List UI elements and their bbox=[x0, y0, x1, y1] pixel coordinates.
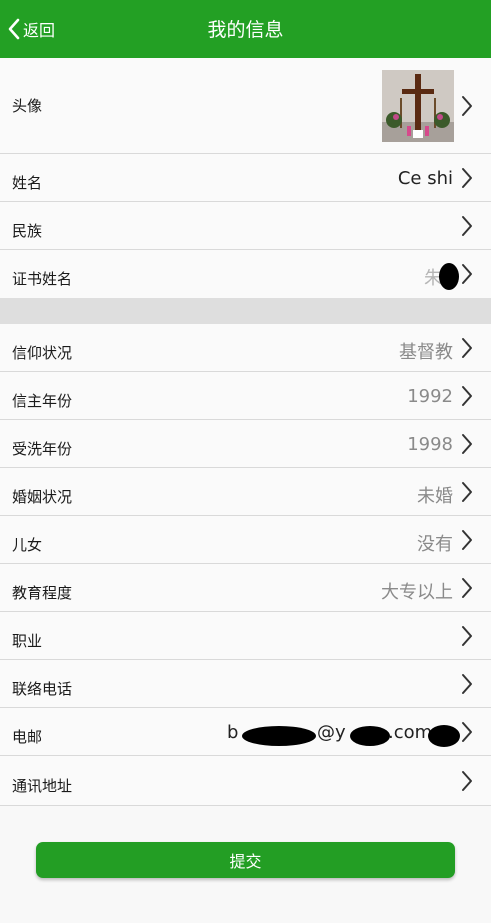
row-phone[interactable]: 联络电话 bbox=[0, 660, 491, 708]
row-value: Ce shi bbox=[397, 168, 453, 189]
submit-button[interactable]: 提交 bbox=[36, 842, 455, 878]
redaction-mark bbox=[439, 263, 459, 290]
chevron-right-icon bbox=[462, 264, 472, 284]
app-header: 返回 我的信息 bbox=[0, 0, 491, 58]
chevron-right-icon bbox=[462, 530, 472, 550]
chevron-right-icon bbox=[462, 626, 472, 646]
row-address[interactable]: 通讯地址 bbox=[0, 756, 491, 806]
chevron-right-icon bbox=[462, 722, 472, 742]
row-label: 教育程度 bbox=[12, 584, 73, 602]
chevron-right-icon bbox=[462, 482, 472, 502]
avatar[interactable] bbox=[382, 70, 454, 142]
chevron-right-icon bbox=[462, 96, 472, 116]
row-value: 1998 bbox=[407, 434, 453, 455]
row-label: 信主年份 bbox=[12, 392, 73, 410]
chevron-right-icon bbox=[462, 578, 472, 598]
redaction-mark bbox=[242, 726, 316, 746]
section-divider bbox=[0, 298, 491, 324]
row-avatar[interactable]: 头像 bbox=[0, 58, 491, 154]
email-part-1: b bbox=[227, 722, 239, 743]
redaction-mark bbox=[428, 725, 460, 747]
row-email[interactable]: 电邮 b @y .com bbox=[0, 708, 491, 756]
row-cert-name[interactable]: 证书姓名 朱 bbox=[0, 250, 491, 298]
row-occupation[interactable]: 职业 bbox=[0, 612, 491, 660]
row-marital[interactable]: 婚姻状况 未婚 bbox=[0, 468, 491, 516]
row-label: 联络电话 bbox=[12, 680, 73, 698]
redaction-mark bbox=[350, 726, 390, 746]
chevron-right-icon bbox=[462, 338, 472, 358]
row-label: 民族 bbox=[12, 222, 43, 240]
row-label: 头像 bbox=[12, 97, 43, 115]
row-label: 儿女 bbox=[12, 536, 43, 554]
row-label: 职业 bbox=[12, 632, 43, 650]
chevron-right-icon bbox=[462, 168, 472, 188]
row-label: 通讯地址 bbox=[12, 777, 73, 795]
row-label: 证书姓名 bbox=[12, 270, 73, 288]
row-label: 电邮 bbox=[12, 728, 43, 746]
row-label: 信仰状况 bbox=[12, 344, 73, 362]
chevron-right-icon bbox=[462, 434, 472, 454]
row-label: 姓名 bbox=[12, 174, 43, 192]
row-value: 基督教 bbox=[399, 342, 453, 363]
row-value: 1992 bbox=[407, 386, 453, 407]
row-name[interactable]: 姓名 Ce shi bbox=[0, 154, 491, 202]
row-label: 受洗年份 bbox=[12, 440, 73, 458]
row-faith[interactable]: 信仰状况 基督教 bbox=[0, 324, 491, 372]
chevron-right-icon bbox=[462, 771, 472, 791]
page-title: 我的信息 bbox=[207, 19, 284, 41]
email-part-2: @y bbox=[317, 722, 346, 743]
row-value: 未婚 bbox=[417, 486, 453, 507]
row-children[interactable]: 儿女 没有 bbox=[0, 516, 491, 564]
row-believe-year[interactable]: 信主年份 1992 bbox=[0, 372, 491, 420]
row-label: 婚姻状况 bbox=[12, 488, 73, 506]
row-value: 大专以上 bbox=[381, 582, 453, 603]
chevron-right-icon bbox=[462, 674, 472, 694]
submit-label: 提交 bbox=[229, 852, 262, 871]
email-part-3: .com bbox=[388, 722, 433, 743]
row-baptism-year[interactable]: 受洗年份 1998 bbox=[0, 420, 491, 468]
row-value: 没有 bbox=[417, 534, 453, 555]
avatar-image bbox=[382, 70, 454, 142]
row-education[interactable]: 教育程度 大专以上 bbox=[0, 564, 491, 612]
row-ethnicity[interactable]: 民族 bbox=[0, 202, 491, 250]
chevron-right-icon bbox=[462, 386, 472, 406]
chevron-right-icon bbox=[462, 216, 472, 236]
